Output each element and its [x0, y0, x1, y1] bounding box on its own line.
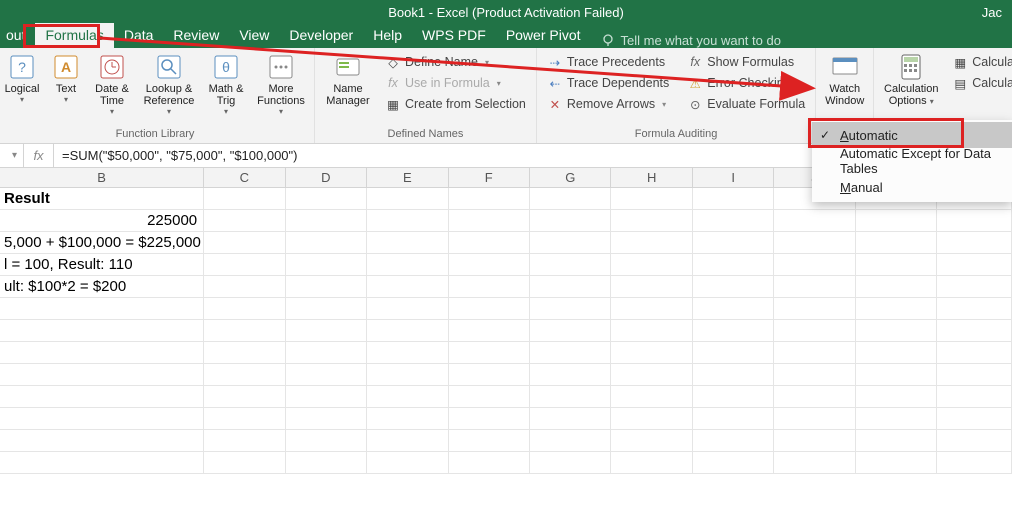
remove-arrows-icon: ✕ [547, 96, 563, 112]
lightbulb-icon [601, 34, 615, 48]
col-header-c[interactable]: C [204, 168, 285, 187]
trace-precedents-button[interactable]: ⇢Trace Precedents [543, 53, 673, 71]
cell-b3[interactable]: 5,000 + $100,000 = $225,000 [0, 232, 204, 253]
calculator-icon [897, 53, 925, 81]
name-manager-icon [334, 53, 362, 81]
calculation-options-menu: Automatic Automatic Except for Data Tabl… [812, 120, 1012, 202]
tab-layout-partial[interactable]: out [0, 23, 35, 48]
group-label-defined-names: Defined Names [321, 126, 530, 143]
tab-power-pivot[interactable]: Power Pivot [496, 23, 591, 48]
evaluate-icon: ⊙ [687, 96, 703, 112]
calculate-now-button[interactable]: ▦Calculate Now [948, 53, 1012, 71]
precedents-icon: ⇢ [547, 54, 563, 70]
tab-developer[interactable]: Developer [279, 23, 363, 48]
dependents-icon: ⇠ [547, 75, 563, 91]
tag-icon: ◇ [385, 54, 401, 70]
tab-review[interactable]: Review [163, 23, 229, 48]
error-icon: ⚠ [687, 75, 703, 91]
cell-b1[interactable]: Result [0, 188, 204, 209]
cell-b5[interactable]: ult: $100*2 = $200 [0, 276, 204, 297]
col-header-f[interactable]: F [449, 168, 530, 187]
theta-icon: θ [212, 53, 240, 81]
more-icon [267, 53, 295, 81]
calc-sheet-icon: ▤ [952, 75, 968, 91]
col-header-b[interactable]: B [0, 168, 204, 187]
svg-text:?: ? [18, 59, 26, 75]
col-header-g[interactable]: G [530, 168, 611, 187]
title-bar: Book1 - Excel (Product Activation Failed… [0, 0, 1012, 24]
remove-arrows-button[interactable]: ✕Remove Arrows▾ [543, 95, 673, 113]
user-name: Jac [982, 5, 1002, 20]
name-box-dropdown[interactable]: ▾ [0, 144, 24, 167]
col-header-e[interactable]: E [367, 168, 448, 187]
show-formulas-icon: fx [687, 54, 703, 70]
menu-item-automatic-except[interactable]: Automatic Except for Data Tables [812, 148, 1012, 174]
lookup-reference-button[interactable]: Lookup & Reference▾ [140, 51, 198, 116]
use-in-formula-button: fxUse in Formula▾ [381, 74, 530, 92]
tab-formulas[interactable]: Formulas [35, 23, 113, 48]
calc-now-icon: ▦ [952, 54, 968, 70]
svg-text:θ: θ [222, 59, 230, 75]
calculate-sheet-button[interactable]: ▤Calculate Sheet [948, 74, 1012, 92]
logical-icon: ? [8, 53, 36, 81]
fx-icon[interactable]: fx [24, 144, 54, 167]
tell-me[interactable]: Tell me what you want to do [601, 33, 781, 48]
svg-text:A: A [61, 59, 71, 75]
text-button[interactable]: A Text▾ [48, 51, 84, 104]
create-from-selection-button[interactable]: ▦Create from Selection [381, 95, 530, 113]
tab-bar: out Formulas Data Review View Developer … [0, 24, 1012, 48]
text-icon: A [52, 53, 80, 81]
fx-icon: fx [385, 75, 401, 91]
menu-item-automatic[interactable]: Automatic [812, 122, 1012, 148]
clock-icon [98, 53, 126, 81]
group-defined-names: Name Manager ◇Define Name▾ fxUse in Form… [315, 48, 537, 143]
evaluate-formula-button[interactable]: ⊙Evaluate Formula [683, 95, 809, 113]
col-header-i[interactable]: I [693, 168, 774, 187]
group-function-library: ? Logical▾ A Text▾ Date & Time▾ Lookup &… [0, 48, 315, 143]
tab-help[interactable]: Help [363, 23, 412, 48]
group-label-function-library: Function Library [2, 126, 308, 143]
tab-data[interactable]: Data [114, 23, 164, 48]
date-time-button[interactable]: Date & Time▾ [90, 51, 134, 116]
watch-window-button[interactable]: WatchWindow [822, 51, 867, 107]
logical-button[interactable]: ? Logical▾ [2, 51, 42, 104]
calculation-options-button[interactable]: CalculationOptions ▾ [880, 51, 942, 107]
cell-b2[interactable]: 225000 [0, 210, 204, 231]
name-manager-button[interactable]: Name Manager [321, 51, 375, 107]
error-checking-button[interactable]: ⚠Error Checking▾ [683, 74, 809, 92]
more-functions-button[interactable]: More Functions▾ [254, 51, 308, 116]
math-trig-button[interactable]: θ Math & Trig▾ [204, 51, 248, 116]
spreadsheet-grid: B C D E F G H I J K L Result 225000 5,00… [0, 168, 1012, 474]
define-name-button[interactable]: ◇Define Name▾ [381, 53, 530, 71]
show-formulas-button[interactable]: fxShow Formulas [683, 53, 809, 71]
group-label-formula-auditing: Formula Auditing [543, 126, 809, 143]
menu-item-manual[interactable]: Manual [812, 174, 1012, 200]
col-header-h[interactable]: H [611, 168, 692, 187]
col-header-d[interactable]: D [286, 168, 367, 187]
cell-b4[interactable]: l = 100, Result: 110 [0, 254, 204, 275]
group-formula-auditing: ⇢Trace Precedents ⇠Trace Dependents ✕Rem… [537, 48, 816, 143]
watch-icon [831, 53, 859, 81]
tab-wps-pdf[interactable]: WPS PDF [412, 23, 496, 48]
tell-me-text: Tell me what you want to do [621, 33, 781, 48]
title-text: Book1 - Excel (Product Activation Failed… [388, 5, 624, 20]
lookup-icon [155, 53, 183, 81]
selection-icon: ▦ [385, 96, 401, 112]
tab-view[interactable]: View [229, 23, 279, 48]
trace-dependents-button[interactable]: ⇠Trace Dependents [543, 74, 673, 92]
